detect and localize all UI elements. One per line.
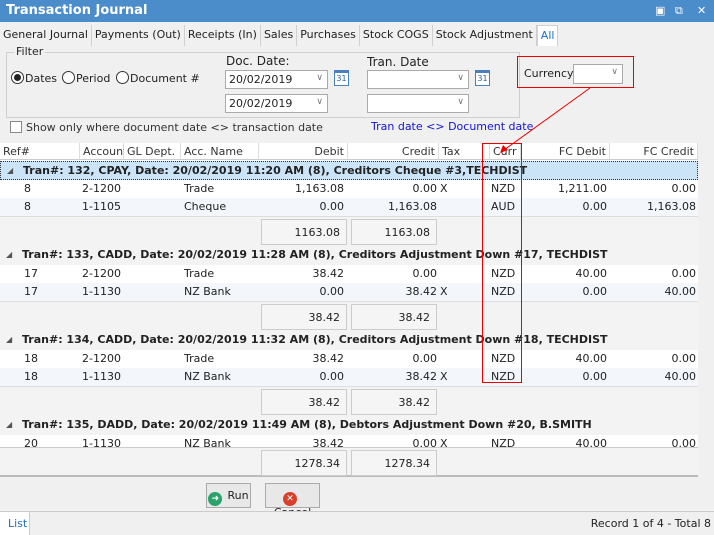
annotation-arrow bbox=[500, 87, 591, 153]
